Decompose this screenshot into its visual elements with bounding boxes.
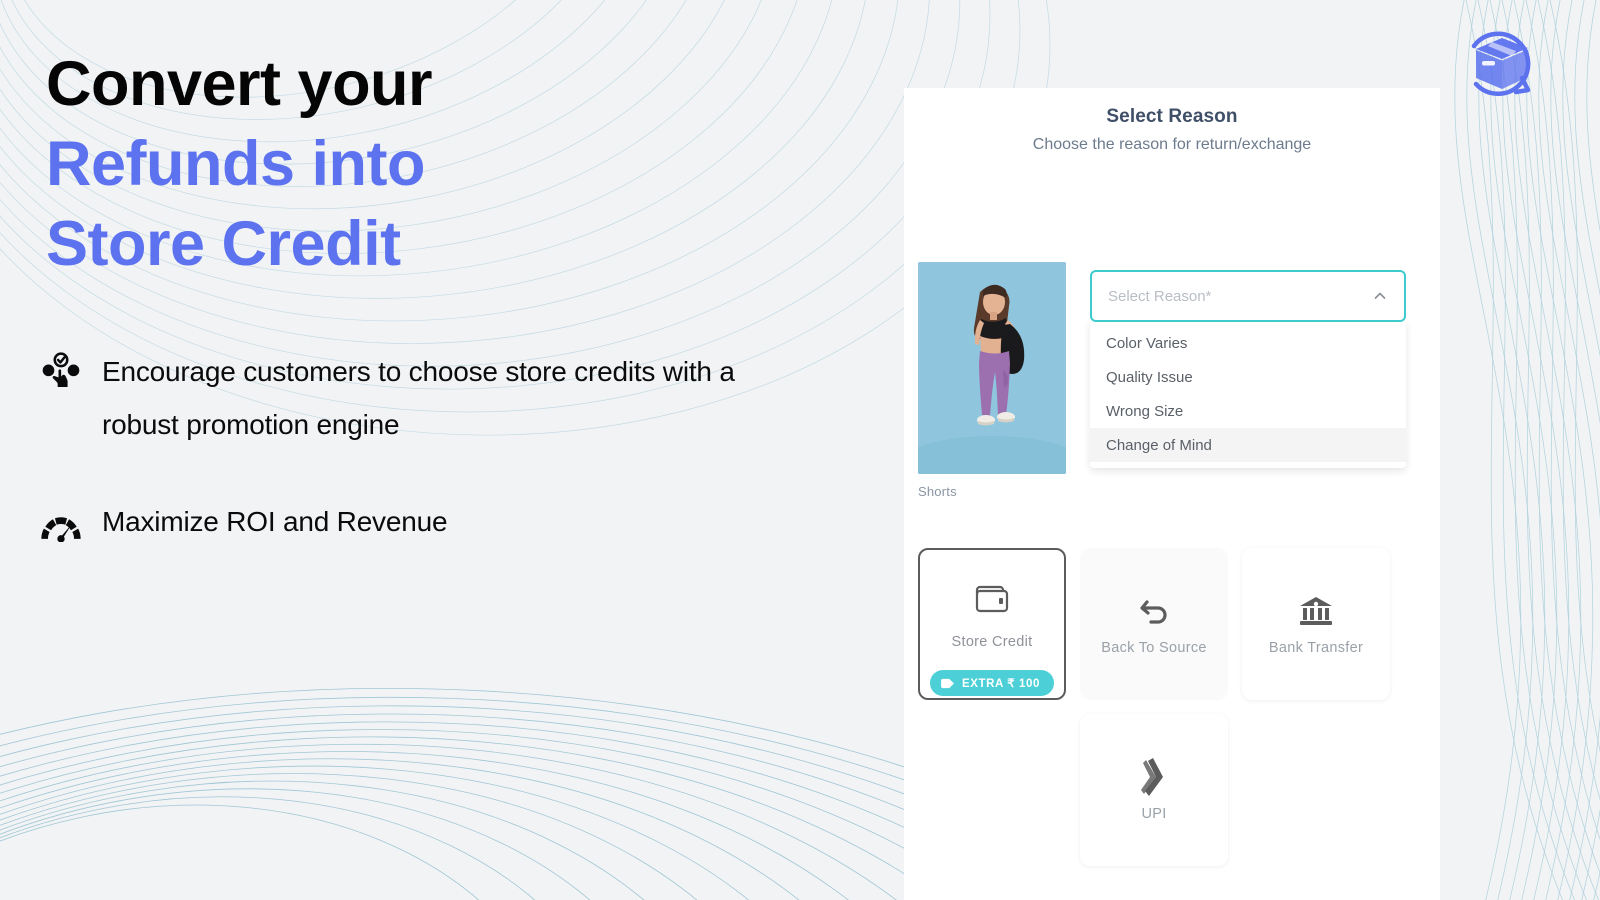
panel-title: Select Reason xyxy=(1106,106,1238,127)
upi-logo-icon xyxy=(1139,758,1169,796)
headline-line-1: Convert your xyxy=(46,49,433,119)
brand-logo xyxy=(1452,16,1552,116)
reason-option-wrong-size[interactable]: Wrong Size xyxy=(1090,394,1406,428)
reason-dropdown-menu: Color Varies Quality Issue Wrong Size Ch… xyxy=(1090,320,1406,468)
status-badge: EXTRA ₹ 100 xyxy=(929,670,1055,696)
refund-method-label: Back To Source xyxy=(1101,640,1207,656)
reason-selection-row: Shorts Select Reason* Color Varies Quali… xyxy=(918,262,1428,499)
refund-method-group: Store Credit EXTRA ₹ 100 Back To Source … xyxy=(918,548,1428,880)
panel-subtitle: Choose the reason for return/exchange xyxy=(1032,136,1312,153)
headline-line-2: Refunds into xyxy=(46,129,425,199)
box-return-arrow-icon xyxy=(1471,31,1531,96)
reason-dropdown[interactable]: Select Reason* Color Varies Quality Issu… xyxy=(1090,270,1406,499)
reason-option-color-varies[interactable]: Color Varies xyxy=(1090,326,1406,360)
feature-bullet-label: Encourage customers to choose store cred… xyxy=(102,356,735,440)
feature-bullet-list: Encourage customers to choose store cred… xyxy=(38,345,798,597)
product-image xyxy=(918,262,1066,474)
refund-method-label: UPI xyxy=(1141,806,1167,822)
speedometer-icon xyxy=(38,503,84,549)
reason-dropdown-control[interactable]: Select Reason* xyxy=(1090,270,1406,322)
refund-method-bank-transfer[interactable]: Bank Transfer xyxy=(1242,548,1390,700)
refund-method-store-credit[interactable]: Store Credit EXTRA ₹ 100 xyxy=(918,548,1066,700)
feature-bullet-item: Encourage customers to choose store cred… xyxy=(38,345,798,451)
refund-method-row-1: Store Credit EXTRA ₹ 100 Back To Source … xyxy=(918,548,1428,700)
refund-method-label: Bank Transfer xyxy=(1268,640,1364,656)
hero-text-block: Convert your Refunds into Store Credit xyxy=(46,44,866,284)
chevron-up-icon[interactable] xyxy=(1372,288,1388,304)
product-name: Shorts xyxy=(918,484,957,499)
refund-method-row-2: UPI xyxy=(918,714,1428,866)
customer-choice-icon xyxy=(38,349,84,395)
headline-line-3: Store Credit xyxy=(46,209,401,279)
wallet-icon xyxy=(975,580,1009,618)
reason-dropdown-placeholder: Select Reason* xyxy=(1108,287,1212,305)
tag-icon xyxy=(941,678,954,688)
badge-label: EXTRA ₹ 100 xyxy=(961,678,1041,690)
undo-arrow-icon xyxy=(1137,592,1171,630)
refund-method-upi[interactable]: UPI xyxy=(1080,714,1228,866)
reason-option-quality-issue[interactable]: Quality Issue xyxy=(1090,360,1406,394)
feature-bullet-item: Maximize ROI and Revenue xyxy=(38,499,798,549)
bank-icon xyxy=(1299,592,1333,630)
reason-option-change-of-mind[interactable]: Change of Mind xyxy=(1090,428,1406,462)
return-flow-panel: Select Reason Choose the reason for retu… xyxy=(904,88,1440,900)
product-summary: Shorts xyxy=(918,262,1066,499)
refund-method-label: Store Credit xyxy=(951,634,1033,650)
refund-method-back-to-source[interactable]: Back To Source xyxy=(1080,548,1228,700)
promo-slide: Convert your Refunds into Store Credit E… xyxy=(0,0,1600,900)
feature-bullet-label: Maximize ROI and Revenue xyxy=(102,506,448,537)
page-title: Convert your Refunds into Store Credit xyxy=(46,44,866,284)
